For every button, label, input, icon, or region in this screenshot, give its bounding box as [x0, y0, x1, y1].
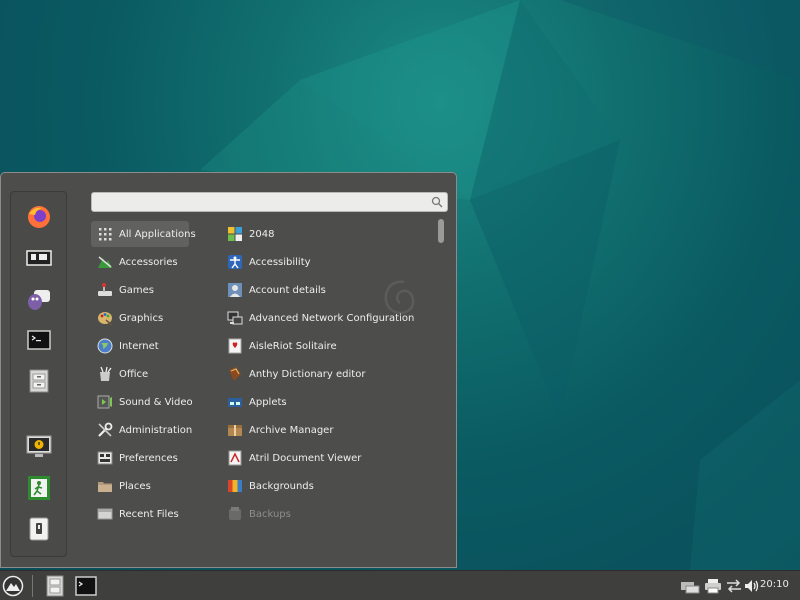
terminal-icon[interactable] [24, 325, 54, 355]
firefox-icon[interactable] [24, 202, 54, 232]
sound-video-icon [97, 395, 112, 409]
file-cabinet-icon[interactable] [24, 366, 54, 396]
app-label: Atril Document Viewer [249, 452, 362, 464]
scrollbar-thumb[interactable] [438, 219, 444, 243]
category-places[interactable]: Places [91, 473, 189, 499]
category-games[interactable]: Games [91, 277, 189, 303]
file-manager-icon [46, 575, 64, 597]
category-label: Administration [119, 424, 193, 436]
app-backups[interactable]: Backups [222, 501, 427, 527]
volume-icon [745, 580, 759, 592]
app-label: Advanced Network Configuration [249, 312, 415, 324]
application-menu: All Applications Accessories Games Graph… [0, 172, 457, 568]
category-label: All Applications [119, 228, 196, 240]
account-icon [228, 283, 242, 297]
applets-icon [228, 398, 242, 407]
category-administration[interactable]: Administration [91, 417, 193, 443]
game-2048-icon [228, 227, 242, 241]
category-label: Recent Files [119, 508, 179, 520]
category-graphics[interactable]: Graphics [91, 305, 189, 331]
lock-screen-icon[interactable] [24, 432, 54, 462]
category-label: Sound & Video [119, 396, 193, 408]
app-label: Applets [249, 396, 287, 408]
backgrounds-icon [228, 480, 242, 492]
category-sound-video[interactable]: Sound & Video [91, 389, 193, 415]
favorites-bar [10, 191, 67, 557]
archive-icon [228, 425, 242, 436]
tray-network-button[interactable] [678, 574, 702, 598]
search-icon [431, 196, 443, 208]
app-archive-manager[interactable]: Archive Manager [222, 417, 427, 443]
menu-button[interactable] [1, 574, 25, 598]
taskbar-separator [32, 575, 33, 597]
category-label: Games [119, 284, 154, 296]
app-2048[interactable]: 2048 [222, 221, 427, 247]
app-label: Archive Manager [249, 424, 334, 436]
internet-icon [97, 338, 113, 354]
shutdown-icon[interactable] [24, 514, 54, 544]
administration-icon [98, 422, 113, 437]
category-label: Accessories [119, 256, 178, 268]
taskbar-file-manager-button[interactable] [43, 574, 67, 598]
search-input[interactable] [96, 195, 430, 211]
cards-icon [228, 338, 242, 354]
app-anthy-dictionary-editor[interactable]: Anthy Dictionary editor [222, 361, 427, 387]
category-label: Preferences [119, 452, 178, 464]
accessibility-icon [228, 255, 242, 269]
preferences-icon [97, 451, 113, 465]
menu-icon [2, 575, 24, 597]
app-atril-document-viewer[interactable]: Atril Document Viewer [222, 445, 427, 471]
category-all-applications[interactable]: All Applications [91, 221, 196, 247]
grid-icon [99, 228, 112, 241]
app-label: Backups [249, 508, 291, 520]
recent-files-icon [97, 508, 113, 520]
accessories-icon [98, 256, 112, 268]
app-label: Accessibility [249, 256, 311, 268]
app-backgrounds[interactable]: Backgrounds [222, 473, 427, 499]
app-label: 2048 [249, 228, 275, 240]
graphics-icon [98, 312, 113, 326]
software-manager-icon[interactable] [24, 243, 54, 273]
app-label: AisleRiot Solitaire [249, 340, 337, 352]
pidgin-icon[interactable] [24, 284, 54, 314]
backups-icon [229, 507, 241, 520]
category-label: Office [119, 368, 149, 380]
games-icon [98, 283, 112, 296]
printer-icon [705, 579, 721, 594]
category-label: Places [119, 480, 151, 492]
app-label: Anthy Dictionary editor [249, 368, 366, 380]
app-account-details[interactable]: Account details [222, 277, 427, 303]
clock[interactable]: 20:10 [760, 579, 789, 590]
category-office[interactable]: Office [91, 361, 189, 387]
network-icon [227, 311, 243, 325]
taskbar: 20:10 [0, 570, 800, 600]
app-applets[interactable]: Applets [222, 389, 427, 415]
category-label: Graphics [119, 312, 164, 324]
app-label: Account details [249, 284, 326, 296]
app-aisleriot-solitaire[interactable]: AisleRiot Solitaire [222, 333, 427, 359]
network-icon [681, 582, 700, 594]
app-advanced-network-configuration[interactable]: Advanced Network Configuration [222, 305, 427, 331]
category-accessories[interactable]: Accessories [91, 249, 189, 275]
folder-icon [98, 482, 112, 492]
category-preferences[interactable]: Preferences [91, 445, 189, 471]
app-label: Backgrounds [249, 480, 314, 492]
office-icon [100, 366, 112, 381]
category-recent-files[interactable]: Recent Files [91, 501, 189, 527]
dictionary-icon [229, 367, 241, 381]
app-accessibility[interactable]: Accessibility [222, 249, 427, 275]
search-field[interactable] [91, 192, 448, 212]
category-internet[interactable]: Internet [91, 333, 189, 359]
logout-icon[interactable] [24, 473, 54, 503]
document-viewer-icon [228, 450, 242, 466]
taskbar-terminal-button[interactable] [74, 574, 98, 598]
terminal-icon [75, 576, 97, 596]
category-label: Internet [119, 340, 159, 352]
app-list-scrollbar[interactable] [436, 217, 446, 547]
